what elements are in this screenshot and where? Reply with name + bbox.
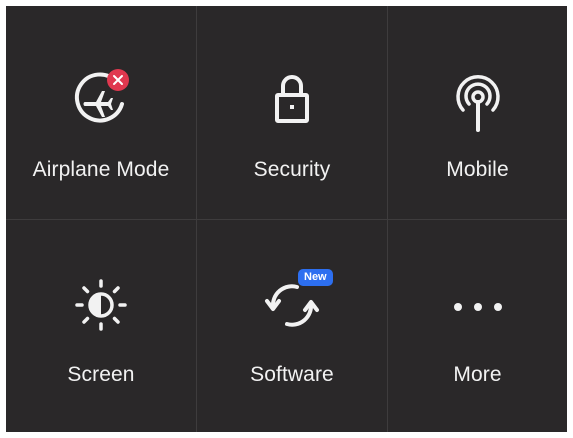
screen-label: Screen: [67, 363, 135, 386]
security-tile[interactable]: Security: [197, 6, 387, 219]
security-label: Security: [253, 158, 331, 181]
update-sync-icon: New: [257, 269, 333, 340]
more-label: More: [453, 363, 502, 386]
more-tile[interactable]: More: [388, 220, 567, 432]
airplane-mode-tile[interactable]: Airplane Mode: [6, 6, 196, 219]
mobile-tile[interactable]: Mobile: [388, 6, 567, 219]
airplane-mode-icon: [66, 64, 136, 134]
software-label: Software: [250, 363, 334, 386]
airplane-mode-label: Airplane Mode: [32, 158, 170, 181]
error-x-badge-icon: [107, 69, 129, 91]
software-tile[interactable]: New Software: [197, 220, 387, 432]
new-badge: New: [298, 269, 333, 286]
lock-icon: [257, 64, 327, 134]
brightness-icon: [66, 270, 136, 340]
quick-settings-panel: Airplane Mode Security Mobile Screen New…: [6, 6, 567, 432]
antenna-signal-icon: [443, 64, 513, 134]
more-dots-icon: [443, 270, 513, 340]
mobile-label: Mobile: [446, 158, 509, 181]
screen-tile[interactable]: Screen: [6, 220, 196, 432]
